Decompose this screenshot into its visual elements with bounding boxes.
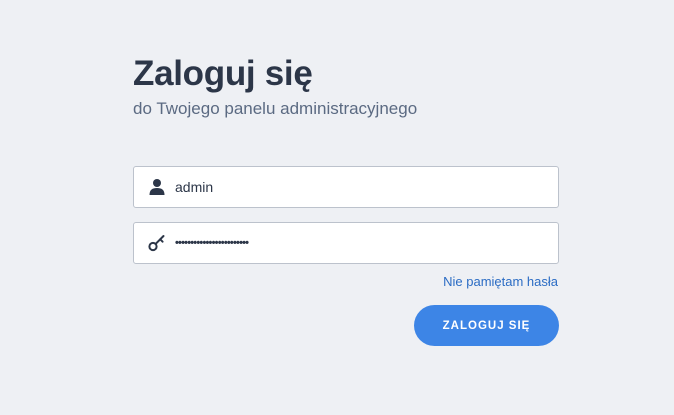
username-value[interactable]: admin bbox=[175, 167, 213, 207]
key-icon bbox=[148, 234, 166, 252]
password-field[interactable]: •••••••••••••••••••••••• bbox=[133, 222, 559, 264]
login-button[interactable]: ZALOGUJ SIĘ bbox=[414, 305, 559, 346]
user-icon bbox=[148, 178, 166, 196]
login-page: Zaloguj się do Twojego panelu administra… bbox=[0, 0, 674, 415]
page-subtitle: do Twojego panelu administracyjnego bbox=[133, 99, 418, 118]
forgot-password-link[interactable]: Nie pamiętam hasła bbox=[443, 273, 558, 291]
password-value[interactable]: •••••••••••••••••••••••• bbox=[175, 223, 249, 263]
page-title: Zaloguj się bbox=[133, 54, 313, 93]
username-field[interactable]: admin bbox=[133, 166, 559, 208]
